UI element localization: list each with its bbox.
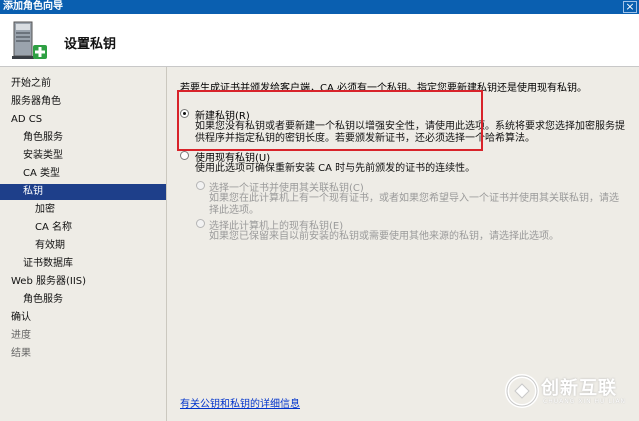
select-certificate-description-line2: 择此选项。 <box>209 205 259 216</box>
step-iis-role-services[interactable]: 角色服务 <box>23 292 63 308</box>
watermark-text: 创新互联 <box>541 378 617 399</box>
watermark-subtext: CHUANG XIN HU LIAN <box>543 398 627 405</box>
server-install-icon <box>12 21 47 59</box>
existing-key-radio[interactable] <box>180 151 189 160</box>
select-existing-key-label[interactable]: 选择此计算机上的现有私钥(E) <box>209 217 343 232</box>
page-title: 设置私钥 <box>64 37 117 52</box>
select-existing-key-radio[interactable] <box>196 219 205 228</box>
step-progress: 进度 <box>11 330 31 341</box>
existing-key-label[interactable]: 使用现有私钥(U) <box>195 149 270 164</box>
step-ca-type[interactable]: CA 类型 <box>23 166 60 182</box>
step-validity-period[interactable]: 有效期 <box>35 238 65 254</box>
step-ca-name[interactable]: CA 名称 <box>35 220 72 236</box>
step-certificate-database[interactable]: 证书数据库 <box>23 256 73 272</box>
wizard-header: 设置私钥 <box>0 14 639 67</box>
window-title: 添加角色向导 <box>3 1 63 12</box>
select-certificate-radio[interactable] <box>196 181 205 190</box>
select-certificate-label[interactable]: 选择一个证书并使用其关联私钥(C) <box>209 179 364 194</box>
brand-logo-icon <box>505 374 539 408</box>
step-results: 结果 <box>11 348 31 359</box>
step-server-roles[interactable]: 服务器角色 <box>11 94 61 110</box>
step-ad-cs[interactable]: AD CS <box>11 112 42 128</box>
step-cryptography[interactable]: 加密 <box>35 202 55 218</box>
close-button[interactable]: × <box>623 1 637 13</box>
title-bar: 添加角色向导 × <box>0 0 639 14</box>
step-confirmation[interactable]: 确认 <box>11 310 31 326</box>
step-role-services[interactable]: 角色服务 <box>23 130 63 146</box>
annotation-highlight-box <box>177 90 483 151</box>
select-existing-key-description: 如果您已保留来自以前安装的私钥或需要使用其他来源的私钥，请选择此选项。 <box>209 231 559 242</box>
step-private-key[interactable]: 私钥 <box>0 184 166 200</box>
step-before-you-begin[interactable]: 开始之前 <box>11 76 51 92</box>
existing-key-description: 使用此选项可确保重新安装 CA 时与先前颁发的证书的连续性。 <box>195 163 476 174</box>
select-certificate-description-line1: 如果您在此计算机上有一个现有证书，或者如果您希望导入一个证书并使用其关联私钥，请… <box>209 193 619 204</box>
step-web-server-iis[interactable]: Web 服务器(IIS) <box>11 274 86 290</box>
help-link-keys[interactable]: 有关公钥和私钥的详细信息 <box>180 395 300 410</box>
brand-watermark: 创新互联 CHUANG XIN HU LIAN <box>505 372 635 412</box>
wizard-step-sidebar: 开始之前 服务器角色 AD CS 角色服务 安装类型 CA 类型 私钥 加密 C… <box>0 67 167 421</box>
step-setup-type[interactable]: 安装类型 <box>23 148 63 164</box>
